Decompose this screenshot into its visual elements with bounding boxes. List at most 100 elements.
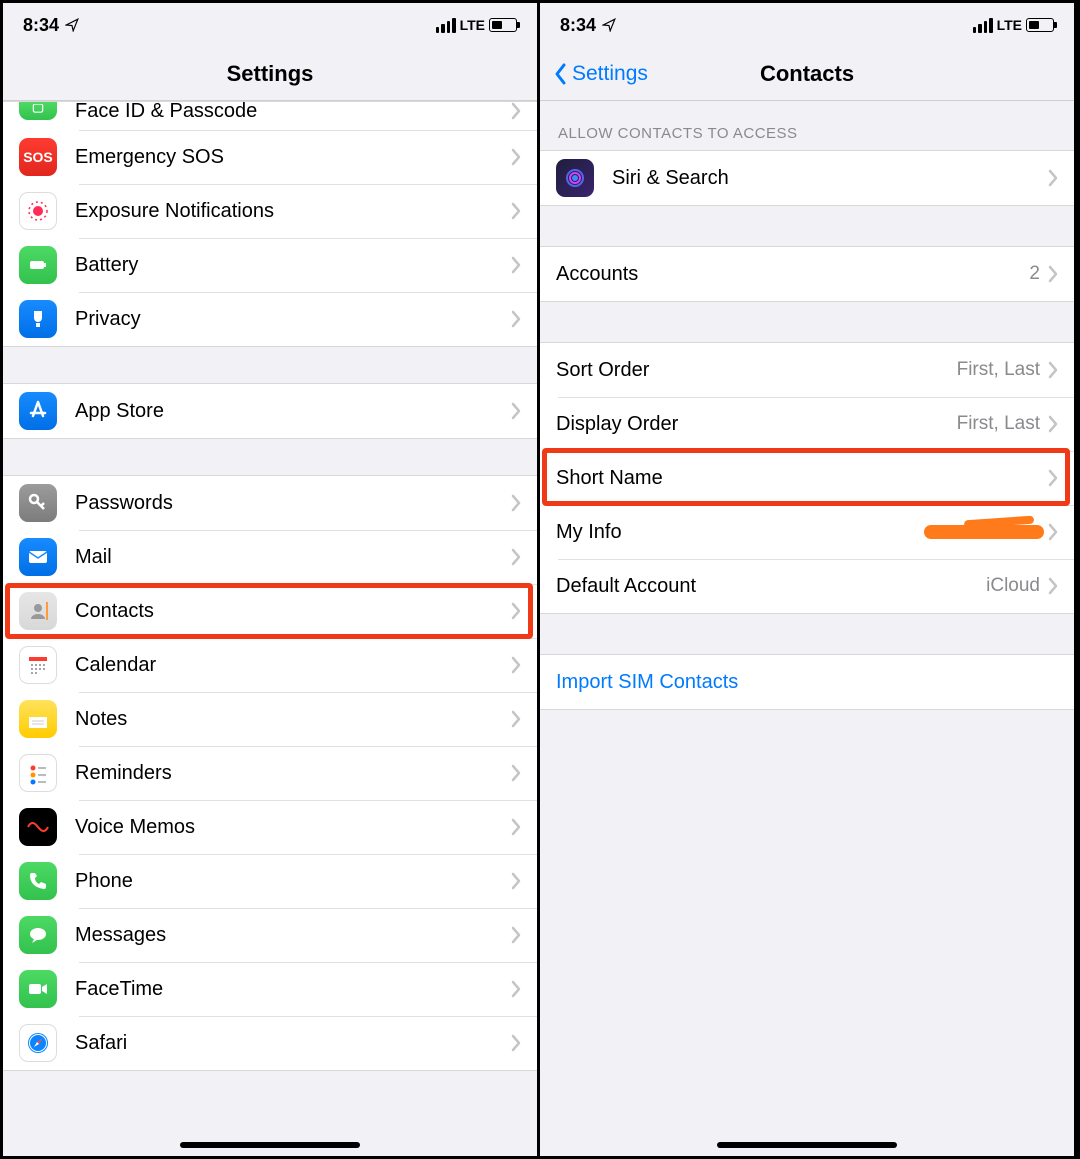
chevron-icon (511, 818, 521, 836)
back-button[interactable]: Settings (552, 62, 648, 86)
exposure-icon (19, 192, 57, 230)
row-label: Privacy (75, 308, 511, 331)
settings-row-battery[interactable]: Battery (3, 238, 537, 292)
row-label: Calendar (75, 654, 511, 677)
settings-row-sos[interactable]: SOS Emergency SOS (3, 130, 537, 184)
chevron-icon (511, 980, 521, 998)
section-header-access: Allow Contacts to Access (540, 101, 1074, 150)
location-icon (602, 18, 616, 32)
chevron-icon (1048, 361, 1058, 379)
battery-icon (489, 18, 517, 32)
phone-app-icon (19, 862, 57, 900)
row-label: App Store (75, 400, 511, 423)
reminders-icon (19, 754, 57, 792)
settings-row-privacy[interactable]: Privacy (3, 292, 537, 346)
settings-row-phone[interactable]: Phone (3, 854, 537, 908)
row-label: Notes (75, 708, 511, 731)
settings-list[interactable]: Face ID & Passcode SOS Emergency SOS Exp… (3, 101, 537, 1156)
chevron-icon (1048, 169, 1058, 187)
notes-icon (19, 700, 57, 738)
settings-row-notes[interactable]: Notes (3, 692, 537, 746)
row-label: Safari (75, 1032, 511, 1055)
row-label: Siri & Search (612, 167, 1048, 190)
row-label: Passwords (75, 492, 511, 515)
signal-icon (436, 18, 456, 33)
settings-row-voicememos[interactable]: Voice Memos (3, 800, 537, 854)
mail-icon (19, 538, 57, 576)
status-bar: 8:34 LTE (3, 3, 537, 47)
chevron-icon (511, 656, 521, 674)
settings-row-safari[interactable]: Safari (3, 1016, 537, 1070)
settings-row-calendar[interactable]: Calendar (3, 638, 537, 692)
nav-bar: Settings (3, 47, 537, 101)
safari-icon (19, 1024, 57, 1062)
settings-row-mail[interactable]: Mail (3, 530, 537, 584)
row-label: Accounts (556, 263, 1029, 286)
row-label: Display Order (556, 413, 957, 436)
network-label: LTE (460, 17, 485, 33)
nav-bar: Settings Contacts (540, 47, 1074, 101)
contacts-settings-screen: 8:34 LTE Settings Contacts Allow Contact… (540, 3, 1077, 1156)
row-label: Import SIM Contacts (556, 671, 1058, 694)
chevron-icon (1048, 523, 1058, 541)
chevron-icon (511, 872, 521, 890)
back-label: Settings (572, 62, 648, 86)
settings-row-exposure[interactable]: Exposure Notifications (3, 184, 537, 238)
row-label: Exposure Notifications (75, 200, 511, 223)
row-label: Emergency SOS (75, 146, 511, 169)
privacy-icon (19, 300, 57, 338)
row-label: Voice Memos (75, 816, 511, 839)
faceid-icon (19, 102, 57, 120)
chevron-icon (1048, 415, 1058, 433)
chevron-icon (511, 310, 521, 328)
settings-row-passwords[interactable]: Passwords (3, 476, 537, 530)
chevron-icon (1048, 577, 1058, 595)
row-value: iCloud (986, 575, 1040, 597)
signal-icon (973, 18, 993, 33)
settings-row-messages[interactable]: Messages (3, 908, 537, 962)
chevron-icon (511, 764, 521, 782)
chevron-icon (511, 102, 521, 120)
chevron-icon (511, 148, 521, 166)
home-indicator[interactable] (180, 1142, 360, 1148)
row-accounts[interactable]: Accounts 2 (540, 247, 1074, 301)
calendar-icon (19, 646, 57, 684)
page-title: Contacts (760, 61, 854, 87)
row-label: Default Account (556, 575, 986, 598)
row-label: Contacts (75, 600, 511, 623)
chevron-left-icon (552, 62, 568, 86)
row-value: 2 (1029, 263, 1040, 285)
settings-row-faceid[interactable]: Face ID & Passcode (3, 102, 537, 130)
chevron-icon (511, 202, 521, 220)
row-label: Battery (75, 254, 511, 277)
row-siri-search[interactable]: Siri & Search (540, 151, 1074, 205)
row-label: Reminders (75, 762, 511, 785)
contacts-settings-list[interactable]: Allow Contacts to Access Siri & Search A… (540, 101, 1074, 1156)
page-title: Settings (227, 61, 314, 87)
row-import-sim[interactable]: Import SIM Contacts (540, 655, 1074, 709)
settings-row-appstore[interactable]: App Store (3, 384, 537, 438)
row-short-name[interactable]: Short Name (540, 451, 1074, 505)
status-time: 8:34 (560, 15, 596, 36)
network-label: LTE (997, 17, 1022, 33)
settings-row-reminders[interactable]: Reminders (3, 746, 537, 800)
status-time: 8:34 (23, 15, 59, 36)
home-indicator[interactable] (717, 1142, 897, 1148)
chevron-icon (511, 256, 521, 274)
row-label: Mail (75, 546, 511, 569)
location-icon (65, 18, 79, 32)
settings-row-contacts[interactable]: Contacts (3, 584, 537, 638)
row-label: Short Name (556, 467, 1048, 490)
battery-app-icon (19, 246, 57, 284)
chevron-icon (1048, 469, 1058, 487)
passwords-icon (19, 484, 57, 522)
row-sort-order[interactable]: Sort Order First, Last (540, 343, 1074, 397)
row-default-account[interactable]: Default Account iCloud (540, 559, 1074, 613)
contacts-icon (19, 592, 57, 630)
settings-row-facetime[interactable]: FaceTime (3, 962, 537, 1016)
row-label: Sort Order (556, 359, 957, 382)
row-display-order[interactable]: Display Order First, Last (540, 397, 1074, 451)
chevron-icon (511, 494, 521, 512)
chevron-icon (511, 926, 521, 944)
settings-screen: 8:34 LTE Settings Face ID & Passcode (3, 3, 540, 1156)
